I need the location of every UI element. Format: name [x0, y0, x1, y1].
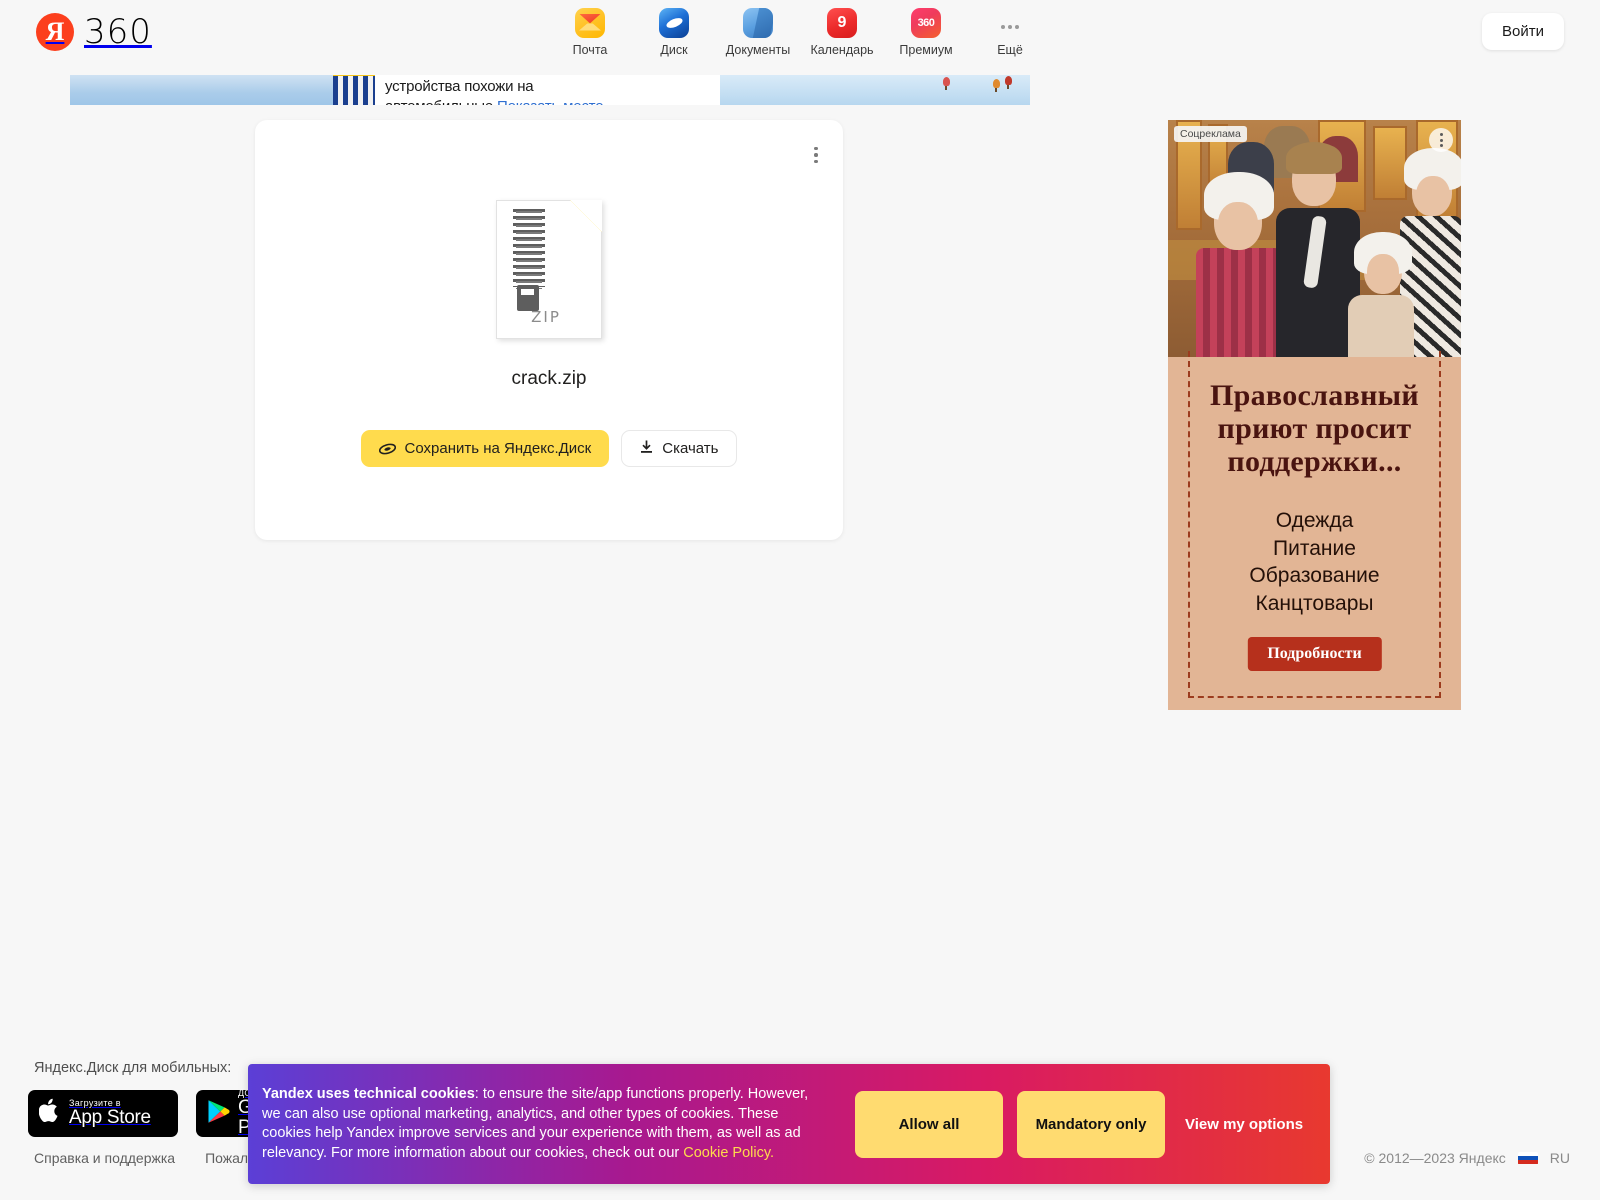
ad-kebab-menu-icon[interactable] — [1429, 128, 1453, 152]
service-nav: Почта Диск Документы 9 Календарь 360 Пре… — [559, 7, 1041, 57]
cookie-consent-banner: Yandex uses technical cookies: to ensure… — [248, 1064, 1330, 1184]
cookie-buttons: Allow all Mandatory only View my options — [855, 1090, 1309, 1158]
google-play-icon — [207, 1099, 230, 1129]
file-actions: Сохранить на Яндекс.Диск Скачать — [255, 430, 843, 467]
zip-file-icon: ZIP — [496, 200, 602, 339]
file-name: crack.zip — [511, 368, 587, 389]
ad-content: Православный приют просит поддержки... О… — [1168, 351, 1461, 710]
top-banner-link[interactable]: Показать место — [497, 98, 604, 105]
yandex-360-logo[interactable]: Я 360 — [36, 12, 152, 52]
nav-label-disk: Диск — [660, 42, 688, 57]
footer-copyright: © 2012—2023 Яндекс RU — [1364, 1150, 1570, 1166]
language-selector[interactable]: RU — [1550, 1150, 1570, 1166]
ad-details-button[interactable]: Подробности — [1247, 637, 1382, 671]
top-banner-image-right — [720, 75, 1030, 105]
balloon-icon — [943, 77, 951, 90]
nav-label-documents: Документы — [725, 42, 791, 57]
ad-label-badge: Соцреклама — [1174, 126, 1247, 142]
cookie-policy-link[interactable]: Cookie Policy. — [683, 1145, 774, 1161]
nav-item-disk[interactable]: Диск — [643, 7, 705, 57]
disk-icon — [659, 7, 689, 38]
top-banner-image-left — [70, 75, 375, 105]
save-to-disk-button[interactable]: Сохранить на Яндекс.Диск — [360, 430, 610, 467]
app-store-big-label: App Store — [69, 1107, 151, 1129]
page-fold-shadow — [570, 200, 602, 232]
nav-item-mail[interactable]: Почта — [559, 7, 621, 57]
download-label: Скачать — [662, 440, 719, 457]
footer-link-help[interactable]: Справка и поддержка — [34, 1150, 175, 1166]
download-button[interactable]: Скачать — [621, 430, 738, 467]
more-dots-icon — [995, 8, 1025, 38]
nav-item-calendar[interactable]: 9 Календарь — [810, 7, 874, 57]
nav-label-mail: Почта — [572, 42, 608, 57]
cookie-text-bold: Yandex uses technical cookies — [262, 1086, 475, 1102]
view-my-options-button[interactable]: View my options — [1179, 1116, 1309, 1133]
cookie-text: Yandex uses technical cookies: to ensure… — [262, 1085, 827, 1163]
zipper-icon — [513, 209, 545, 311]
apple-icon — [38, 1098, 61, 1129]
save-to-disk-label: Сохранить на Яндекс.Диск — [404, 440, 592, 457]
balloon-icon — [992, 79, 1000, 92]
ad-items-list: Одежда Питание Образование Канцтовары — [1168, 507, 1461, 617]
ad-item: Образование — [1249, 564, 1380, 587]
social-ad-banner[interactable]: Соцреклама Православный приют просит под… — [1168, 120, 1461, 710]
nav-label-premium: Премиум — [899, 42, 953, 57]
ad-item: Питание — [1273, 536, 1356, 560]
site-header: Я 360 Почта Диск Документы 9 Календарь 3… — [0, 0, 1600, 64]
mandatory-only-button[interactable]: Mandatory only — [1017, 1090, 1165, 1158]
russian-flag-icon — [1517, 1151, 1538, 1165]
top-banner-ad[interactable]: устройства похожи на автомобильные Показ… — [70, 75, 1030, 105]
top-banner-line2: автомобильные — [385, 98, 493, 105]
calendar-icon: 9 — [827, 7, 857, 38]
file-icon-wrapper: ZIP — [255, 200, 843, 339]
top-banner-line1: устройства похожи на — [385, 78, 534, 95]
premium-icon: 360 — [911, 7, 941, 38]
file-preview-card: ZIP crack.zip Сохранить на Яндекс.Диск С… — [255, 120, 843, 540]
file-type-label: ZIP — [531, 308, 561, 326]
ad-title: Православный приют просит поддержки... — [1210, 379, 1419, 478]
copyright-text: © 2012—2023 Яндекс — [1364, 1150, 1506, 1166]
nav-item-more[interactable]: Ещё — [979, 8, 1041, 57]
signin-button[interactable]: Войти — [1482, 13, 1564, 50]
download-icon — [640, 440, 653, 458]
top-banner-text: устройства похожи на автомобильные Показ… — [375, 75, 720, 105]
yandex-disk-saucer-icon — [378, 443, 396, 455]
logo-text: 360 — [84, 12, 152, 52]
ad-item: Канцтовары — [1255, 591, 1374, 615]
card-kebab-menu-icon[interactable] — [803, 142, 829, 168]
ad-item: Одежда — [1275, 509, 1354, 532]
mail-icon — [575, 7, 605, 38]
ad-photo: Соцреклама — [1168, 120, 1461, 357]
mobile-apps-label: Яндекс.Диск для мобильных: — [34, 1060, 232, 1076]
documents-icon — [743, 7, 773, 38]
nav-label-calendar: Календарь — [810, 42, 874, 57]
yandex-logo-icon: Я — [36, 13, 74, 51]
nav-item-premium[interactable]: 360 Премиум — [895, 7, 957, 57]
allow-all-button[interactable]: Allow all — [855, 1090, 1003, 1158]
app-store-badge[interactable]: Загрузите в App Store — [28, 1090, 178, 1137]
nav-label-more: Ещё — [997, 42, 1023, 57]
nav-item-documents[interactable]: Документы — [725, 7, 791, 57]
balloon-icon — [1005, 76, 1013, 89]
